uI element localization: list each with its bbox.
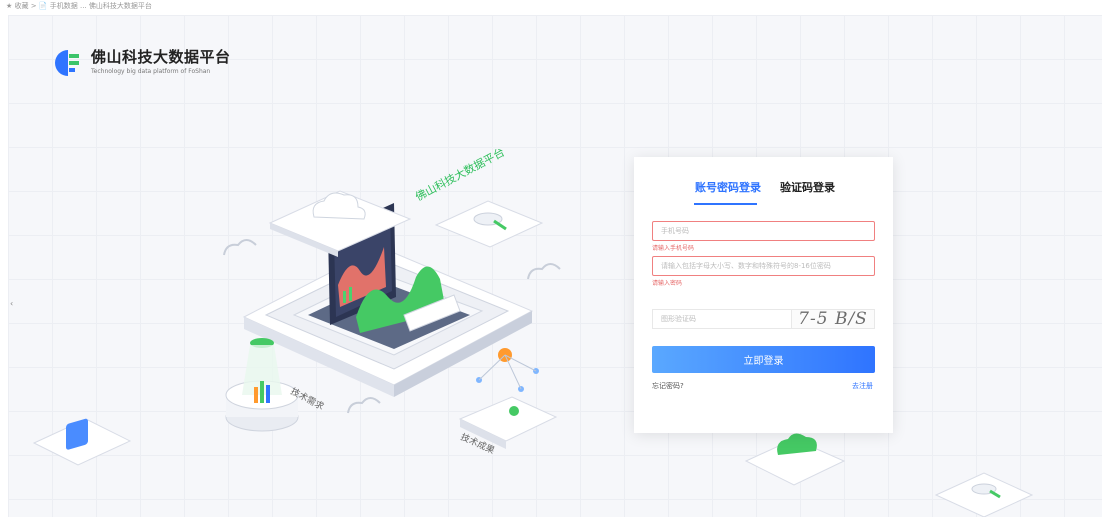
scroll-left-icon[interactable]: ‹ (10, 299, 13, 308)
browser-breadcrumb-bar: ★ 收藏 > 📄 手机数据 ... 佛山科技大数据平台 (0, 0, 1102, 12)
login-page-background: 佛山科技大数据平台 Technology big data platform o… (8, 15, 1102, 517)
breadcrumb[interactable]: ★ 收藏 > 📄 手机数据 ... 佛山科技大数据平台 (6, 2, 152, 10)
tab-password-login[interactable]: 账号密码登录 (695, 179, 761, 195)
active-tab-indicator (694, 203, 757, 205)
captcha-input[interactable] (652, 309, 791, 329)
login-tabs: 账号密码登录 验证码登录 (634, 179, 893, 207)
password-input[interactable] (652, 256, 875, 276)
login-button[interactable]: 立即登录 (652, 346, 875, 373)
register-link[interactable]: 去注册 (852, 381, 873, 391)
hero-illustration: 佛山科技大数据平台 技术需求 技术成果 (32, 145, 1034, 517)
captcha-image[interactable]: 7-5 B/S (791, 309, 875, 329)
password-error: 请输入密码 (652, 280, 683, 287)
captcha-row: 7-5 B/S (652, 309, 875, 329)
tab-code-login[interactable]: 验证码登录 (780, 179, 835, 195)
illustration-banner-text: 佛山科技大数据平台 (413, 145, 507, 204)
phone-error: 请输入手机号码 (652, 245, 695, 252)
login-card: 账号密码登录 验证码登录 请输入手机号码 请输入密码 7-5 B/S 立即登录 … (634, 157, 893, 433)
forgot-password-link[interactable]: 忘记密码? (652, 381, 684, 391)
phone-input[interactable] (652, 221, 875, 241)
